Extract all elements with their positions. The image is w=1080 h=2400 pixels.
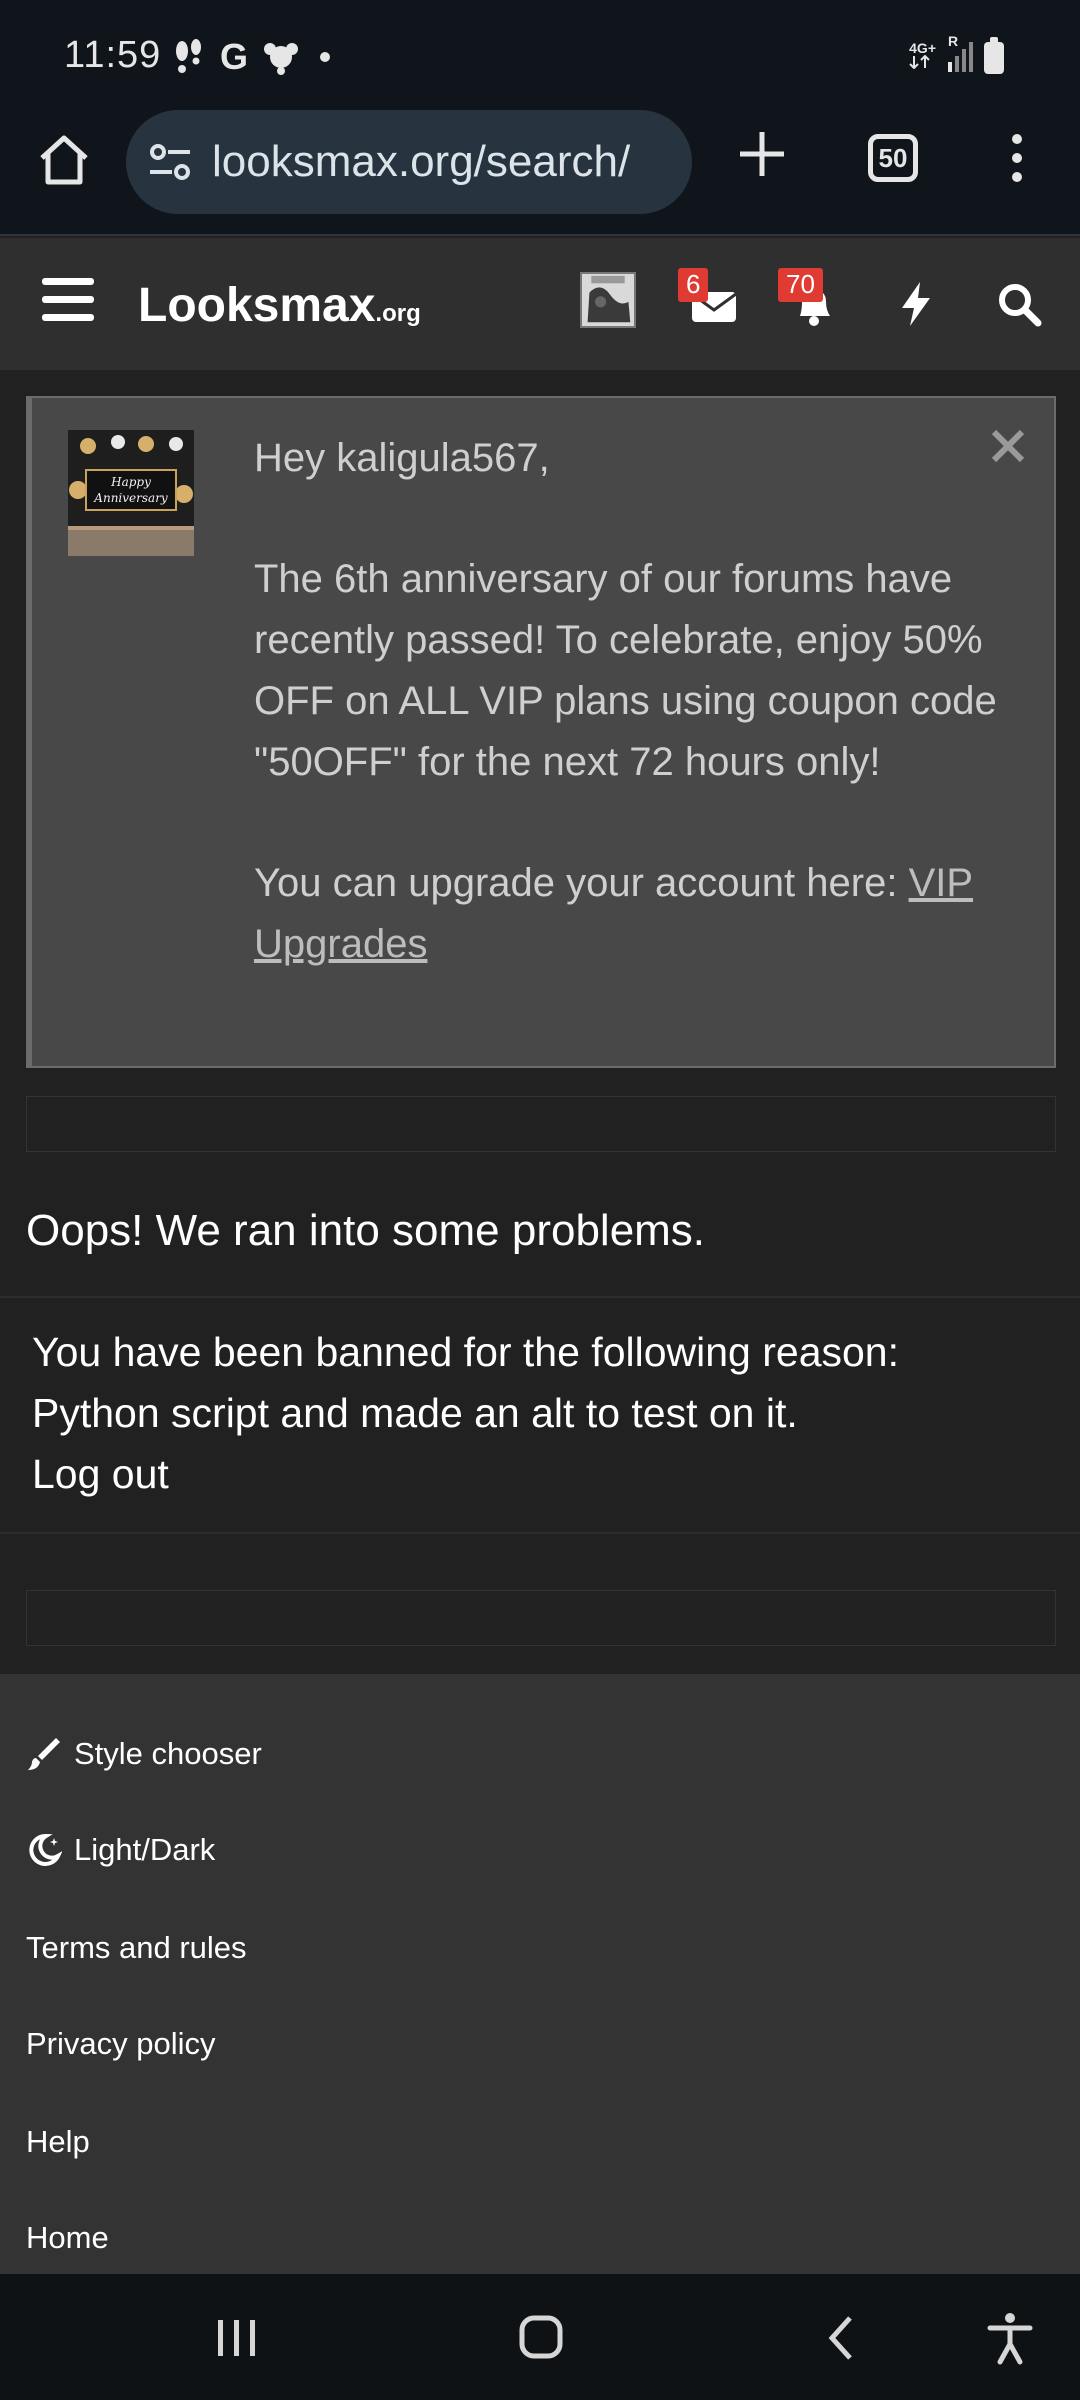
- upgrade-prefix: You can upgrade your account here:: [254, 861, 909, 905]
- notice-text: Hey kaligula567, The 6th anniversary of …: [254, 428, 1034, 1035]
- logo-suffix: .org: [375, 300, 421, 327]
- terms-link[interactable]: Terms and rules: [26, 1930, 247, 1966]
- light-dark-toggle[interactable]: Light/Dark: [26, 1832, 215, 1868]
- inbox-badge: 6: [678, 268, 709, 302]
- logout-link[interactable]: Log out: [32, 1444, 1052, 1505]
- notice-upgrade-line: You can upgrade your account here: VIP U…: [254, 853, 1034, 975]
- back-icon[interactable]: [812, 2310, 872, 2366]
- notice-greeting: Hey kaligula567,: [254, 436, 550, 480]
- app-notification-icon: [264, 43, 299, 75]
- data-arrows-icon: [909, 54, 930, 70]
- bolt-icon[interactable]: [890, 280, 942, 328]
- home-nav-icon[interactable]: [510, 2310, 570, 2366]
- more-vertical-icon[interactable]: [1005, 134, 1029, 186]
- accessibility-icon[interactable]: [980, 2310, 1040, 2366]
- url-text: looksmax.org/search/: [212, 137, 631, 186]
- tune-icon[interactable]: [148, 140, 192, 184]
- image-text-line1: Happy: [110, 475, 151, 489]
- google-icon: G: [220, 36, 249, 77]
- site-footer: Style chooser Light/Dark Terms and rules…: [0, 1674, 1080, 2274]
- alerts-badge: 70: [778, 268, 823, 302]
- ban-reason-line: You have been banned for the following r…: [32, 1329, 899, 1375]
- error-title: Oops! We ran into some problems.: [26, 1206, 706, 1255]
- divider: [0, 1532, 1080, 1534]
- anniversary-image: Happy Anniversary: [68, 430, 194, 556]
- hamburger-icon[interactable]: [42, 278, 94, 324]
- home-icon[interactable]: [32, 128, 96, 192]
- style-chooser-label: Style chooser: [74, 1736, 262, 1771]
- notice-body: The 6th anniversary of our forums have r…: [254, 557, 997, 784]
- style-chooser-link[interactable]: Style chooser: [26, 1736, 262, 1772]
- browser-toolbar: looksmax.org/search/ 50: [0, 100, 1080, 236]
- divider: [0, 1296, 1080, 1298]
- image-text-line2: Anniversary: [93, 491, 168, 505]
- system-nav-bar: [0, 2274, 1080, 2400]
- recent-apps-icon[interactable]: [206, 2310, 266, 2366]
- battery-icon: [984, 36, 1004, 74]
- site-logo[interactable]: Looksmax.org: [138, 278, 421, 333]
- help-link[interactable]: Help: [26, 2124, 90, 2160]
- home-link[interactable]: Home: [26, 2220, 109, 2256]
- site-header: Looksmax.org 6 70: [0, 238, 1080, 370]
- notification-icons: G: [172, 36, 331, 78]
- moon-icon: [29, 1833, 62, 1866]
- plus-icon[interactable]: [734, 126, 790, 182]
- brush-icon: [28, 1738, 60, 1770]
- empty-block-bottom: [26, 1590, 1056, 1646]
- status-bar: 11:59 G 4G+ R: [0, 0, 1080, 100]
- privacy-link[interactable]: Privacy policy: [26, 2026, 216, 2062]
- roaming-label: R: [948, 33, 959, 49]
- network-label: 4G+: [909, 40, 936, 56]
- anniversary-notice: Happy Anniversary Hey kaligula567, The 6…: [26, 396, 1056, 1068]
- address-bar[interactable]: looksmax.org/search/: [126, 110, 692, 214]
- network-indicator: 4G+: [909, 41, 936, 74]
- status-time: 11:59: [64, 34, 162, 76]
- system-status-icons: 4G+ R: [909, 34, 1004, 77]
- avatar[interactable]: [580, 272, 636, 328]
- tab-switcher-button[interactable]: 50: [868, 134, 918, 182]
- empty-block-top: [26, 1096, 1056, 1152]
- light-dark-label: Light/Dark: [74, 1832, 216, 1867]
- more-notifications-dot: [320, 52, 331, 62]
- search-icon[interactable]: [994, 280, 1046, 328]
- ban-reason: Python script and made an alt to test on…: [32, 1390, 798, 1436]
- footsteps-icon: [176, 39, 201, 73]
- error-message: You have been banned for the following r…: [32, 1322, 1052, 1505]
- logo-main: Looksmax: [138, 279, 376, 332]
